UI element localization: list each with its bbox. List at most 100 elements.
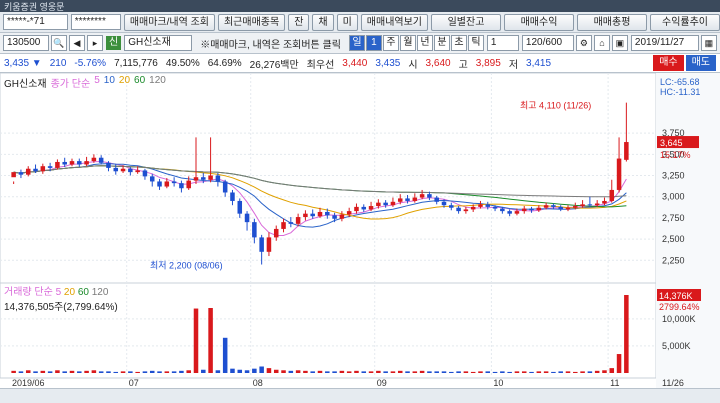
candle-body (521, 208, 527, 212)
daily-balance-button[interactable]: 일별잔고 (431, 13, 501, 31)
profit-rate-button[interactable]: 수익률추이 (650, 13, 720, 31)
x-tick-label: 09 (377, 378, 387, 388)
unfilled-button[interactable]: 미 (336, 13, 358, 31)
save-icon[interactable]: ▣ (611, 35, 628, 51)
candle-body (77, 161, 82, 165)
period-weekly[interactable]: 주 (382, 35, 399, 51)
period-yearly[interactable]: 년 (416, 35, 433, 51)
candle-body (120, 168, 126, 172)
volume-bar (500, 371, 505, 373)
candle-body (40, 166, 46, 172)
calendar-icon[interactable]: ▦ (700, 35, 717, 51)
volume-bar (346, 371, 352, 373)
volume-bar (521, 371, 527, 373)
period-count[interactable]: 1 (365, 35, 382, 51)
candle-body (470, 206, 476, 210)
volume-bar (514, 371, 520, 373)
candle-body (252, 222, 257, 238)
candle-body (624, 142, 629, 160)
expand-icon[interactable]: ▸ (87, 35, 103, 51)
candle-body (412, 197, 418, 201)
range-display[interactable]: 120/600 (521, 35, 574, 51)
chart-toolbar: 130500 🔍 ◀ ▸ 신 GH신소재 ※매매마크, 내역은 조회버튼 클릭 … (0, 33, 720, 54)
volume-bar (84, 370, 89, 373)
search-icon[interactable]: 🔍 (51, 35, 67, 51)
password-field[interactable]: ******** (70, 14, 121, 30)
candle-body (594, 203, 600, 206)
candle-body (551, 205, 556, 207)
volume-bar (252, 368, 257, 373)
x-tick-label: 08 (253, 378, 263, 388)
volume-ma20: 20 (63, 287, 76, 298)
current-price: 3,435 ▼ (4, 57, 42, 69)
candle-body (558, 206, 563, 210)
candle-body (507, 211, 512, 214)
last-volume-pct-label: 2799.64% (659, 302, 700, 312)
candle-body (573, 206, 578, 208)
trade-summary-button[interactable]: 매매총평 (577, 13, 647, 31)
volume-bar (303, 370, 308, 373)
buy-button[interactable]: 매수 (653, 55, 684, 71)
volume-bar (91, 370, 97, 373)
volume-bar (463, 371, 469, 373)
volume-bar (507, 371, 512, 373)
account-field[interactable]: *****-*71 (3, 14, 68, 30)
open-label: 시 (408, 59, 418, 71)
candle-body (317, 211, 323, 217)
candle-body (609, 189, 615, 201)
trade-history-button[interactable]: 매매내역보기 (360, 13, 428, 31)
volume-bar (201, 369, 206, 373)
candle-body (529, 208, 534, 211)
candle-body (201, 177, 206, 180)
trade-mark-button[interactable]: 매매마크/내역 조회 (123, 13, 215, 31)
volume-bar (616, 354, 622, 373)
chart-area[interactable]: 3,750 3,500 3,250 3,000 2,750 2,500 2,250 10,00… (0, 73, 720, 403)
trade-amount: 26,276백만 (249, 59, 299, 71)
sell-button[interactable]: 매도 (685, 55, 716, 71)
volume-bar (120, 371, 126, 373)
candle-body (514, 211, 520, 214)
lock-icon[interactable]: ⌂ (593, 35, 610, 51)
window-title: 키움증권 영웅문 (4, 1, 65, 12)
period-monthly[interactable]: 월 (399, 35, 416, 51)
period-daily[interactable]: 일 (348, 35, 365, 51)
volume-bar (69, 370, 75, 373)
candle-body (128, 168, 133, 173)
bottom-scroll-bar[interactable] (0, 388, 720, 403)
date-field[interactable]: 2019/11/27 (630, 35, 699, 51)
volume-bar (478, 371, 483, 373)
candle-body (397, 198, 403, 202)
stock-code-field[interactable]: 130500 (3, 35, 49, 51)
last-pct-label: 15.17% (660, 150, 691, 160)
price-volume-chart[interactable]: 3,7503,5003,2503,0002,7502,5002,25010,00… (0, 73, 720, 388)
settings-icon[interactable]: ⚙ (575, 35, 592, 51)
volume-bar (55, 370, 60, 373)
period-second[interactable]: 초 (450, 35, 467, 51)
volume-bar (427, 371, 432, 373)
price-tick-label: 2,250 (662, 255, 685, 265)
period-tick[interactable]: 틱 (467, 35, 484, 51)
candle-body (339, 214, 345, 219)
candle-body (361, 206, 367, 210)
fill-button[interactable]: 채 (312, 13, 334, 31)
volume-bar (288, 370, 294, 373)
trade-profit-button[interactable]: 매매수익 (504, 13, 574, 31)
candle-body (11, 172, 16, 178)
low-price: 3,415 (526, 57, 552, 69)
account-toolbar: *****-*71 ******** 매매마크/내역 조회 최근매매종목 잔 채… (0, 12, 720, 33)
volume-bar (193, 308, 199, 373)
candle-body (376, 202, 381, 207)
candle-body (171, 181, 177, 184)
legend-ma60: 60 (134, 75, 146, 86)
candle-body (536, 207, 542, 211)
period-minute[interactable]: 분 (433, 35, 450, 51)
candle-body (47, 166, 53, 168)
x-tick-label: 11/26 (662, 378, 684, 388)
speaker-icon[interactable]: ◀ (69, 35, 85, 51)
candle-body (222, 181, 228, 193)
recent-trades-button[interactable]: 최근매매종목 (217, 13, 286, 31)
candle-body (295, 217, 301, 224)
balance-button[interactable]: 잔 (288, 13, 310, 31)
interval-input[interactable]: 1 (486, 35, 519, 51)
volume-bar (281, 370, 286, 373)
